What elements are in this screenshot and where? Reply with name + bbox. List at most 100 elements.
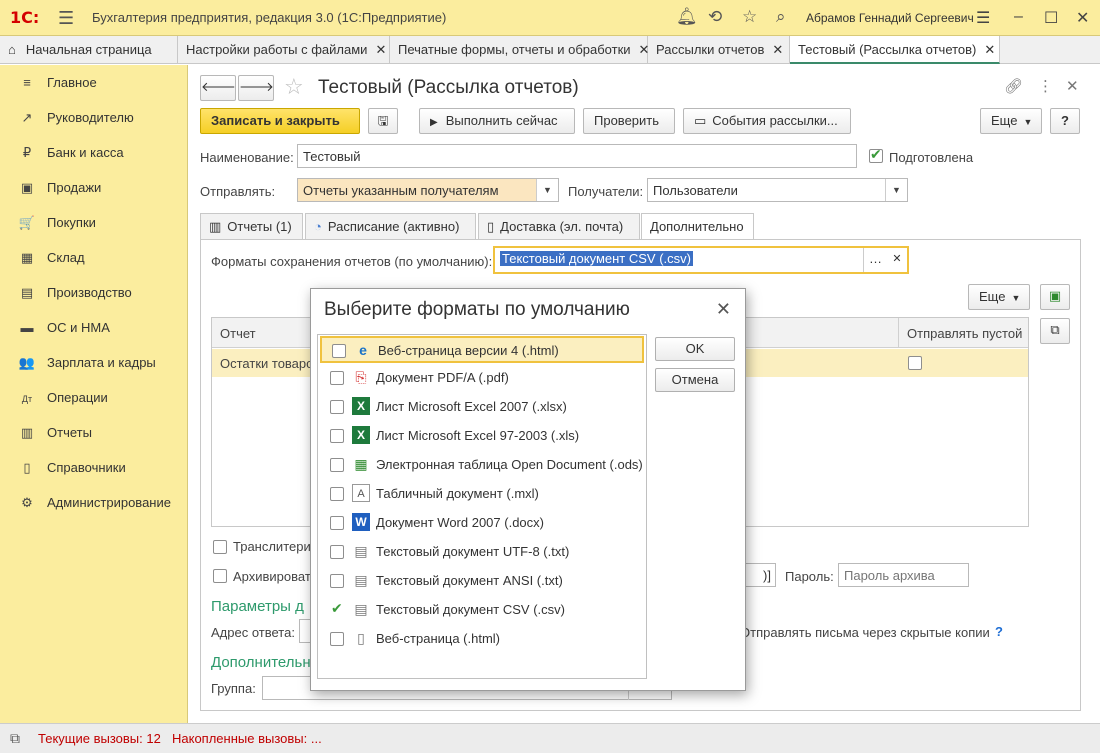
title-bar: 1С: ☰ Бухгалтерия предприятия, редакция … — [0, 0, 1100, 36]
format-html4-item[interactable]: e Веб-страница версии 4 (.html) — [320, 336, 644, 363]
format-xls-item[interactable]: X Лист Microsoft Excel 97-2003 (.xls) — [320, 423, 644, 450]
sidebar-item-purchases[interactable]: 🛒 Покупки — [18, 215, 96, 237]
back-button[interactable]: 🡐 — [200, 75, 236, 101]
sidebar-item-manager[interactable]: ↗ Руководителю — [18, 110, 134, 132]
close-tab-icon[interactable]: ✕ — [772, 42, 783, 57]
help-icon[interactable]: ? — [995, 624, 1003, 639]
sidebar-item-admin[interactable]: ⚙ Администрирование — [18, 495, 171, 517]
form-title: Тестовый (Рассылка отчетов) — [318, 77, 579, 98]
tab-test-mailing[interactable]: Тестовый (Рассылка отчетов) ✕ — [790, 36, 1000, 64]
format-pdf-item[interactable]: ⎘ Документ PDF/A (.pdf) — [320, 365, 644, 392]
sidebar-item-label: Покупки — [47, 215, 96, 230]
tab-reports[interactable]: ▥ Отчеты (1) — [200, 213, 303, 240]
format-checkbox[interactable] — [330, 632, 344, 646]
name-input[interactable]: Тестовый — [297, 144, 857, 168]
format-mxl-item[interactable]: A Табличный документ (.mxl) — [320, 481, 644, 508]
format-checkbox[interactable] — [330, 429, 344, 443]
format-docx-item[interactable]: W Документ Word 2007 (.docx) — [320, 510, 644, 537]
sidebar-item-main[interactable]: ≡ Главное — [18, 75, 96, 97]
current-calls[interactable]: Текущие вызовы: 12 — [38, 731, 161, 746]
copy-button[interactable]: ⧉ — [1040, 318, 1070, 344]
history-icon[interactable]: ⟲ — [708, 7, 722, 27]
archive-checkbox[interactable] — [213, 569, 227, 583]
ok-button[interactable]: OK — [655, 337, 735, 361]
close-form-icon[interactable]: ✕ — [1066, 77, 1079, 95]
window-icon[interactable]: ⧉ — [10, 730, 20, 747]
check-button[interactable]: Проверить — [583, 108, 675, 134]
format-checkbox[interactable] — [330, 458, 344, 472]
sidebar-item-salary[interactable]: 👥 Зарплата и кадры — [18, 355, 156, 377]
format-html-item[interactable]: ▯ Веб-страница (.html) — [320, 626, 644, 653]
close-tab-icon[interactable]: ✕ — [984, 42, 995, 57]
prepared-checkbox[interactable] — [869, 146, 883, 163]
sidebar-item-warehouse[interactable]: ▦ Склад — [18, 250, 85, 272]
tab-additional[interactable]: Дополнительно — [641, 213, 754, 241]
chevron-down-icon[interactable]: ▼ — [885, 179, 907, 201]
events-button[interactable]: ▭ События рассылки... — [683, 108, 851, 134]
close-dialog-icon[interactable]: ✕ — [716, 299, 731, 320]
sidebar-item-production[interactable]: ▤ Производство — [18, 285, 132, 307]
table-more-button[interactable]: Еще ▼ — [968, 284, 1030, 310]
sidebar-item-bank[interactable]: ₽ Банк и касса — [18, 145, 124, 167]
formats-input[interactable]: Текстовый документ CSV (.csv) … ✕ — [493, 246, 909, 274]
run-now-button[interactable]: ▶ Выполнить сейчас — [419, 108, 575, 134]
main-menu-icon[interactable]: ☰ — [58, 8, 74, 29]
sidebar-item-catalogs[interactable]: ▯ Справочники — [18, 460, 125, 482]
cancel-button[interactable]: Отмена — [655, 368, 735, 392]
format-checkbox[interactable] — [332, 344, 346, 358]
tab-delivery[interactable]: ▯ Доставка (эл. почта) — [478, 213, 640, 240]
chevron-down-icon[interactable]: ▼ — [536, 179, 558, 201]
format-label: Текстовый документ ANSI (.txt) — [376, 573, 563, 588]
favorite-star-icon[interactable]: ☆ — [284, 74, 304, 100]
tab-file-settings[interactable]: Настройки работы с файлами ✕ — [178, 36, 390, 64]
help-button[interactable]: ? — [1050, 108, 1080, 134]
format-csv-item[interactable]: ▤ Текстовый документ CSV (.csv) — [320, 597, 644, 624]
sidebar-item-operations[interactable]: Дт Операции — [18, 390, 108, 412]
close-window-icon[interactable]: ✕ — [1076, 8, 1089, 28]
format-ansi-item[interactable]: ▤ Текстовый документ ANSI (.txt) — [320, 568, 644, 595]
text-file-icon: ▤ — [354, 601, 368, 617]
format-checkbox[interactable] — [330, 574, 344, 588]
sidebar-item-reports[interactable]: ▥ Отчеты — [18, 425, 92, 447]
format-utf8-item[interactable]: ▤ Текстовый документ UTF-8 (.txt) — [320, 539, 644, 566]
recipients-select[interactable]: Пользователи ▼ — [647, 178, 908, 202]
close-tab-icon[interactable]: ✕ — [375, 42, 386, 57]
clear-icon[interactable]: ✕ — [887, 248, 907, 272]
send-select[interactable]: Отчеты указанным получателям ▼ — [297, 178, 559, 202]
format-checkbox[interactable] — [330, 487, 344, 501]
format-ods-item[interactable]: ▦ Электронная таблица Open Document (.od… — [320, 452, 644, 479]
format-checkbox[interactable] — [330, 516, 344, 530]
ellipsis-button[interactable]: … — [863, 248, 887, 272]
select-all-button[interactable]: ▣ — [1040, 284, 1070, 310]
send-empty-checkbox[interactable] — [908, 356, 922, 370]
sidebar-item-assets[interactable]: ▬ ОС и НМА — [18, 320, 110, 342]
minimize-icon[interactable]: – — [1014, 8, 1023, 26]
tab-home[interactable]: ⌂ Начальная страница — [0, 36, 178, 64]
sidebar-item-label: Зарплата и кадры — [47, 355, 156, 370]
sidebar-item-sales[interactable]: ▣ Продажи — [18, 180, 101, 202]
password-input[interactable] — [838, 563, 969, 587]
format-checkbox[interactable] — [330, 371, 344, 385]
more-vertical-icon[interactable]: ⋮ — [1038, 77, 1053, 95]
accumulated-calls[interactable]: Накопленные вызовы: ... — [172, 731, 322, 746]
maximize-icon[interactable]: ☐ — [1044, 8, 1058, 28]
format-xlsx-item[interactable]: X Лист Microsoft Excel 2007 (.xlsx) — [320, 394, 644, 421]
format-checkbox[interactable] — [330, 545, 344, 559]
format-checkbox[interactable] — [330, 400, 344, 414]
search-icon[interactable]: ⌕ — [776, 7, 786, 27]
bell-icon[interactable]: 🔔︎ — [676, 7, 698, 27]
link-icon[interactable]: 🔗︎ — [1004, 77, 1023, 95]
save-button[interactable]: 🖫 — [368, 108, 398, 134]
tab-report-mailings[interactable]: Рассылки отчетов ✕ — [648, 36, 790, 64]
translit-checkbox[interactable] — [213, 540, 227, 554]
tab-print-forms[interactable]: Печатные формы, отчеты и обработки ✕ — [390, 36, 649, 64]
format-checkbox[interactable] — [330, 600, 344, 617]
settings-menu-icon[interactable]: ☰ — [976, 8, 990, 28]
more-button[interactable]: Еще ▼ — [980, 108, 1042, 134]
play-icon: ▶ — [430, 117, 438, 128]
star-icon[interactable]: ☆ — [742, 7, 757, 27]
tab-schedule[interactable]: ◔ Расписание (активно) — [305, 213, 476, 240]
save-close-button[interactable]: Записать и закрыть — [200, 108, 360, 134]
user-name[interactable]: Абрамов Геннадий Сергеевич — [806, 11, 974, 25]
forward-button[interactable]: 🡒 — [238, 75, 274, 101]
